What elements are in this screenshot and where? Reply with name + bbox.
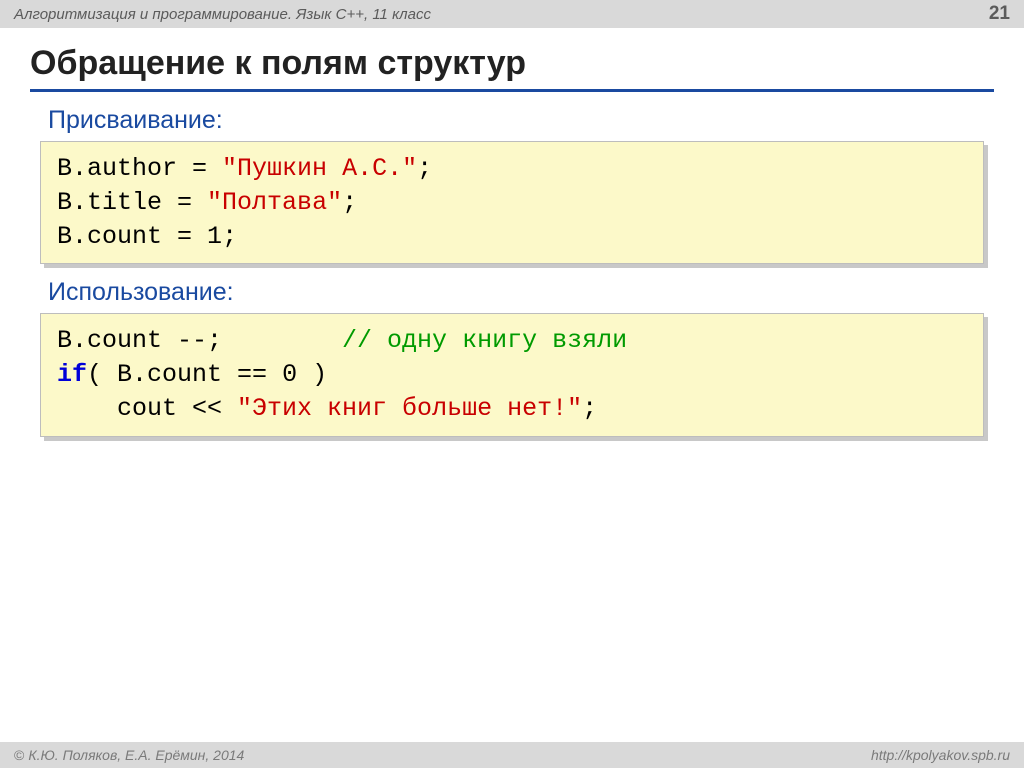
code-text: B.author [57, 154, 177, 183]
code-block-usage: B.count --; // одну книгу взяли if( B.co… [40, 313, 984, 436]
header-bar: Алгоритмизация и программирование. Язык … [0, 0, 1024, 28]
footer-copyright: ©К.Ю. Поляков, Е.А. Ерёмин, 2014 [14, 747, 244, 763]
footer-url: http://kpolyakov.spb.ru [871, 747, 1010, 763]
keyword-if: if [57, 360, 87, 389]
code-block-assignment: B.author = "Пушкин А.С."; B.title = "Пол… [40, 141, 984, 264]
footer-bar: ©К.Ю. Поляков, Е.А. Ерёмин, 2014 http://… [0, 742, 1024, 768]
header-subject: Алгоритмизация и программирование. Язык … [14, 6, 431, 23]
page-number: 21 [989, 3, 1010, 25]
label-assignment: Присваивание: [48, 106, 1024, 135]
copyright-icon: © [14, 747, 24, 763]
label-usage: Использование: [48, 278, 1024, 307]
slide-title: Обращение к полям структур [30, 44, 994, 92]
code-comment: // одну книгу взяли [342, 326, 627, 355]
